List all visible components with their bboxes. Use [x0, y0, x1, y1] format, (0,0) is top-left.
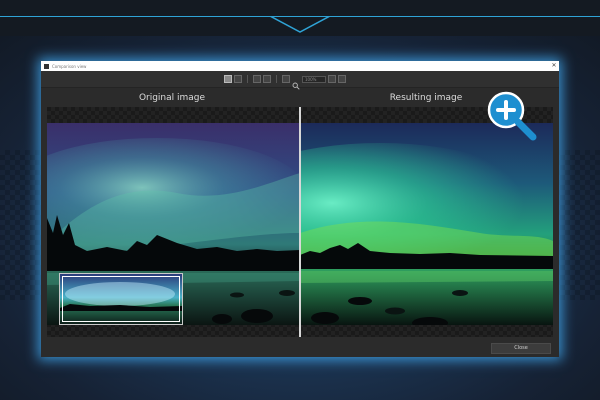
window-close-button[interactable]: ✕	[549, 61, 559, 71]
zoom-level-select[interactable]: 100%	[302, 75, 326, 83]
app-icon	[44, 63, 49, 69]
title-bar: Comparison view ✕	[41, 61, 559, 71]
split-view-button[interactable]	[224, 75, 232, 83]
close-button[interactable]: Close	[491, 343, 551, 354]
toolbar: 100%	[41, 71, 559, 90]
navigator-viewport[interactable]	[62, 276, 180, 322]
bottom-bar: Close	[41, 339, 559, 357]
navigator-thumbnail[interactable]	[59, 273, 183, 325]
comparison-window: Comparison view ✕ 100% Original image Re…	[41, 61, 559, 357]
view-mode-group: 100%	[224, 75, 346, 90]
single-view-button[interactable]	[234, 75, 242, 83]
comparison-area[interactable]	[47, 107, 553, 337]
magnifier-icon[interactable]	[292, 75, 300, 90]
toolbar-separator	[276, 75, 277, 83]
zoom-in-icon	[487, 91, 537, 141]
window-title: Comparison view	[52, 63, 87, 69]
swap-images-button[interactable]	[338, 75, 346, 83]
original-image-label: Original image	[138, 93, 206, 103]
toggle-preview-button[interactable]	[328, 75, 336, 83]
pane-labels: Original image Resulting image	[41, 91, 559, 105]
toolbar-separator	[247, 75, 248, 83]
top-notch	[270, 16, 330, 33]
fit-to-window-button[interactable]	[282, 75, 290, 83]
side-by-side-button[interactable]	[253, 75, 261, 83]
stacked-view-button[interactable]	[263, 75, 271, 83]
resulting-image[interactable]	[300, 123, 553, 325]
split-divider-handle[interactable]	[299, 107, 301, 337]
